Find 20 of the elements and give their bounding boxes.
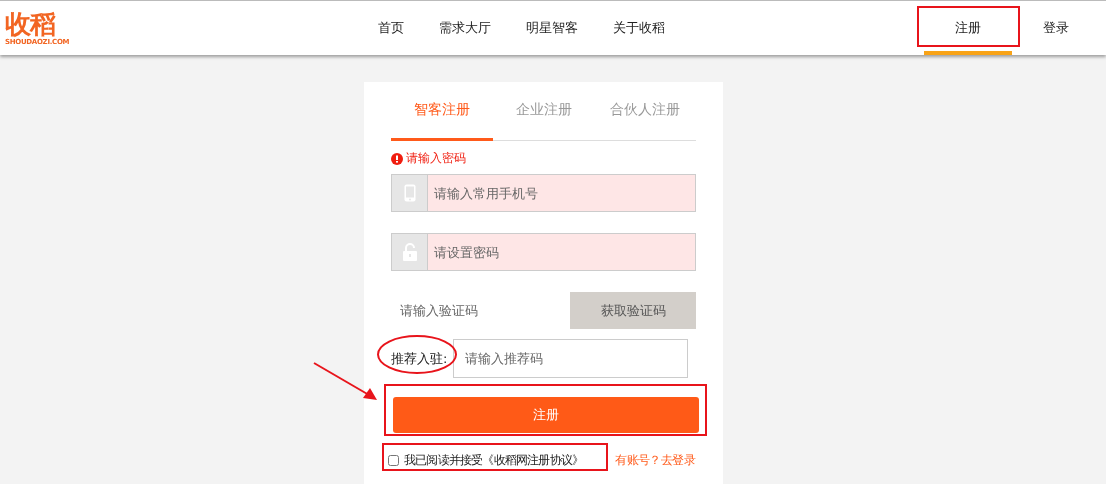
nav-link[interactable]: 登录 (1012, 1, 1100, 55)
nav-link[interactable]: 关于收稻 (613, 19, 665, 37)
agreement-checkbox[interactable] (388, 455, 399, 466)
login-link[interactable]: 有账号？去登录 (615, 452, 695, 469)
register-button[interactable]: 注册 (393, 397, 699, 433)
tab[interactable]: 合伙人注册 (594, 82, 696, 141)
agreement-text: 我已阅读并接受《收稻网注册协议》 (404, 452, 584, 469)
get-code-button[interactable]: 获取验证码 (570, 292, 696, 329)
nav-link[interactable]: 首页 (378, 19, 404, 37)
tab[interactable]: 企业注册 (492, 82, 595, 141)
logo[interactable]: 收稻 (5, 10, 55, 38)
annotation-arrow (313, 362, 379, 402)
referral-input-field[interactable]: 请输入推荐码 (453, 339, 689, 378)
referral-label: 推荐入驻: (391, 349, 448, 368)
nav-link[interactable]: 明星智客 (526, 19, 578, 37)
tab[interactable]: 智客注册 (391, 82, 493, 141)
nav-link[interactable]: 需求大厅 (439, 19, 491, 37)
nav-link[interactable]: 注册 (924, 1, 1012, 55)
error-icon (391, 152, 403, 165)
error-message: 请输入密码 (406, 150, 466, 167)
